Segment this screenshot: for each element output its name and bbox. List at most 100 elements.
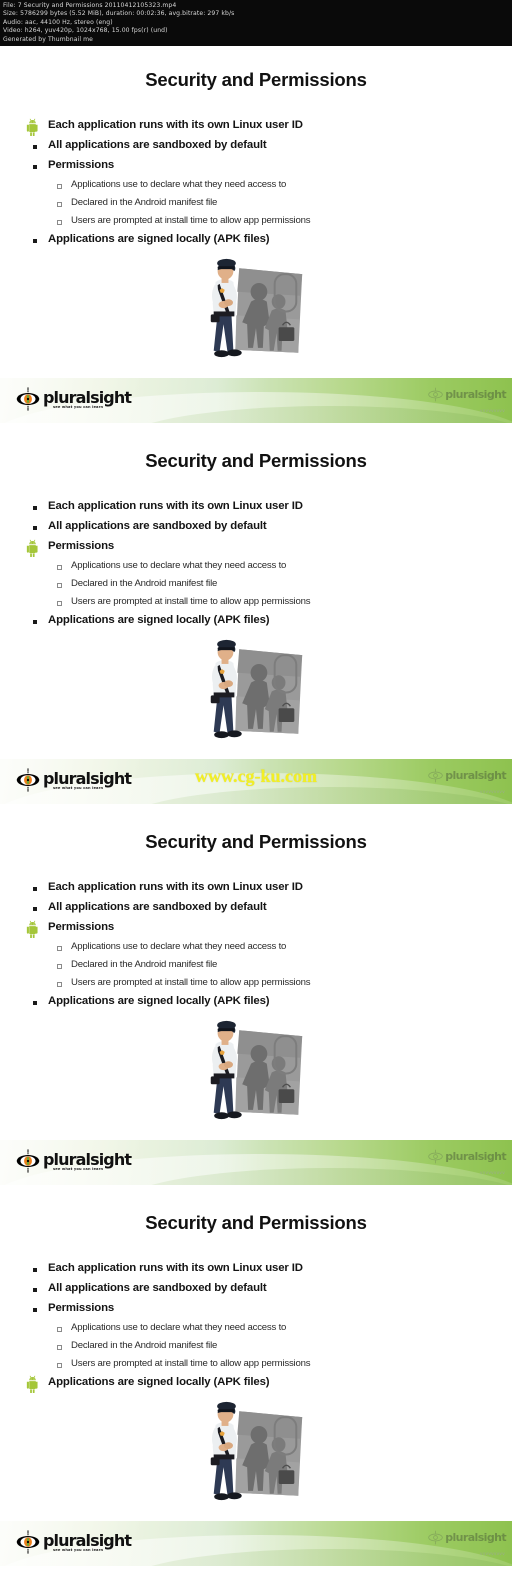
square-bullet-icon [33, 1001, 37, 1005]
android-robot-icon [22, 1374, 43, 1393]
brand-tagline: see what you can learn [53, 405, 104, 409]
bullet-item: Applications are signed locally (APK fil… [0, 233, 512, 253]
pluralsight-eye-icon [16, 387, 40, 411]
bullet-item: Each application runs with its own Linux… [0, 119, 512, 139]
square-bullet-icon [33, 526, 37, 530]
pluralsight-logo-watermark: pluralsight [428, 1149, 507, 1164]
square-bullet-icon [33, 887, 37, 891]
hollow-square-bullet-icon [57, 565, 62, 570]
brand-name-watermark: pluralsight [445, 1531, 506, 1544]
pluralsight-eye-icon [16, 1530, 40, 1554]
bullet-list: Each application runs with its own Linux… [0, 119, 512, 253]
security-guard-illustration [196, 1395, 314, 1509]
bullet-text: Applications are signed locally (APK fil… [48, 1376, 270, 1388]
pluralsight-logo: pluralsight see what you can learn [16, 387, 132, 411]
pluralsight-eye-icon-small [428, 387, 443, 402]
media-info-header: File: 7 Security and Permissions 2011041… [0, 0, 512, 46]
hollow-square-bullet-icon [57, 220, 62, 225]
bullet-item: Permissions [0, 1302, 512, 1322]
hollow-square-bullet-icon [57, 982, 62, 987]
hollow-square-bullet-icon [57, 1345, 62, 1350]
brand-tagline: see what you can learn [53, 1167, 104, 1171]
sub-bullet-item: Users are prompted at install time to al… [0, 596, 512, 614]
bullet-text: Permissions [48, 540, 115, 552]
site-watermark: www.cg-ku.com [195, 766, 317, 786]
hollow-square-bullet-icon [57, 1363, 62, 1368]
sub-bullet-item: Users are prompted at install time to al… [0, 977, 512, 995]
media-info-line-generator: Generated by Thumbnail me [3, 35, 94, 43]
bullet-text: Applications are signed locally (APK fil… [48, 233, 270, 245]
media-info-line-size: Size: 5786299 bytes (5.52 MiB), duration… [3, 10, 235, 18]
bullet-text: All applications are sandboxed by defaul… [48, 520, 267, 532]
pluralsight-footer-bar: pluralsight see what you can learn plurals… [0, 1521, 512, 1566]
square-bullet-icon [33, 239, 37, 243]
pluralsight-eye-icon-small [428, 1530, 443, 1545]
bullet-list: Each application runs with its own Linux… [0, 881, 512, 1015]
bullet-text: Each application runs with its own Linux… [48, 119, 303, 131]
slide-frame: Security and Permissions Each application… [0, 427, 512, 808]
bullet-text: Users are prompted at install time to al… [71, 1358, 311, 1369]
bullet-text: Declared in the Android manifest file [71, 1340, 218, 1351]
sub-bullet-item: Declared in the Android manifest file [0, 578, 512, 596]
slide-title: Security and Permissions [145, 69, 367, 90]
bullet-item: Applications are signed locally (APK fil… [0, 995, 512, 1015]
sub-bullet-item: Applications use to declare what they ne… [0, 941, 512, 959]
square-bullet-icon [33, 1308, 37, 1312]
bullet-text: Each application runs with its own Linux… [48, 1262, 303, 1274]
hollow-square-bullet-icon [57, 964, 62, 969]
android-robot-icon [22, 117, 43, 136]
bullet-item: Permissions [0, 540, 512, 560]
bullet-item: Permissions [0, 921, 512, 941]
bullet-item: All applications are sandboxed by defaul… [0, 1282, 512, 1302]
sub-bullet-item: Applications use to declare what they ne… [0, 1322, 512, 1340]
bullet-text: Users are prompted at install time to al… [71, 215, 311, 226]
slide-frame: Security and Permissions Each application… [0, 1189, 512, 1570]
pluralsight-wordmark: pluralsight see what you can learn [43, 1533, 132, 1553]
bullet-list: Each application runs with its own Linux… [0, 1262, 512, 1396]
sub-bullet-item: Applications use to declare what they ne… [0, 179, 512, 197]
pluralsight-logo: pluralsight see what you can learn [16, 1149, 132, 1173]
square-bullet-icon [33, 907, 37, 911]
pluralsight-eye-icon [16, 1149, 40, 1173]
hollow-square-bullet-icon [57, 202, 62, 207]
bullet-text: Applications use to declare what they ne… [71, 179, 287, 190]
bullet-text: Users are prompted at install time to al… [71, 596, 311, 607]
slide-title: Security and Permissions [145, 1212, 367, 1233]
bullet-text: All applications are sandboxed by defaul… [48, 1282, 267, 1294]
slide-frame: Security and Permissions Each application… [0, 46, 512, 427]
bullet-item: All applications are sandboxed by defaul… [0, 901, 512, 921]
micro-watermark-text: vvvvvvvvv [479, 1170, 505, 1175]
pluralsight-wordmark: pluralsight see what you can learn [43, 1152, 132, 1172]
brand-name-watermark: pluralsight [445, 1150, 506, 1163]
bullet-text: Applications use to declare what they ne… [71, 941, 287, 952]
security-guard-illustration [196, 252, 314, 366]
square-bullet-icon [33, 1268, 37, 1272]
bullet-item: Applications are signed locally (APK fil… [0, 1376, 512, 1396]
sub-bullet-item: Declared in the Android manifest file [0, 1340, 512, 1358]
pluralsight-footer-bar: pluralsight see what you can learn plurals… [0, 1140, 512, 1185]
hollow-square-bullet-icon [57, 583, 62, 588]
bullet-item: Permissions [0, 159, 512, 179]
slide-title: Security and Permissions [145, 831, 367, 852]
bullet-text: Applications use to declare what they ne… [71, 560, 287, 571]
slide-title: Security and Permissions [145, 450, 367, 471]
bullet-item: Each application runs with its own Linux… [0, 500, 512, 520]
security-guard-illustration [196, 1014, 314, 1128]
pluralsight-logo-watermark: pluralsight [428, 1530, 507, 1545]
bullet-text: Declared in the Android manifest file [71, 959, 218, 970]
sub-bullet-item: Declared in the Android manifest file [0, 959, 512, 977]
bullet-text: Declared in the Android manifest file [71, 197, 218, 208]
square-bullet-icon [33, 506, 37, 510]
pluralsight-logo: pluralsight see what you can learn [16, 1530, 132, 1554]
bullet-item: Each application runs with its own Linux… [0, 881, 512, 901]
bullet-text: Applications are signed locally (APK fil… [48, 614, 270, 626]
pluralsight-footer-bar: pluralsight see what you can learn plurals… [0, 378, 512, 423]
pluralsight-eye-icon-small [428, 1149, 443, 1164]
square-bullet-icon [33, 620, 37, 624]
android-robot-icon [22, 919, 43, 938]
square-bullet-icon [33, 145, 37, 149]
hollow-square-bullet-icon [57, 1327, 62, 1332]
android-robot-icon [22, 538, 43, 557]
sub-bullet-item: Users are prompted at install time to al… [0, 215, 512, 233]
bullet-text: Applications are signed locally (APK fil… [48, 995, 270, 1007]
